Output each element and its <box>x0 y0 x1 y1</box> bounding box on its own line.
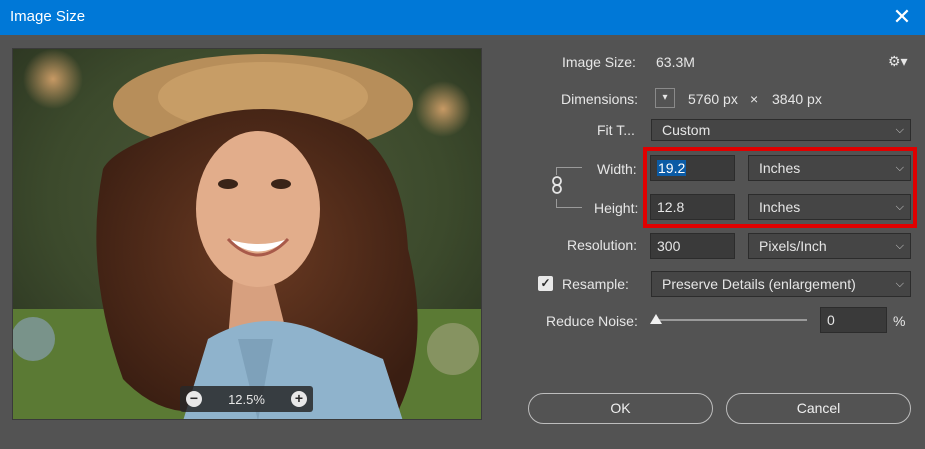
preview-photo <box>13 49 481 419</box>
link-icon-glyph <box>552 176 562 194</box>
resolution-unit: Pixels/Inch <box>759 238 827 254</box>
height-unit: Inches <box>759 199 801 215</box>
reduce-noise-input[interactable]: 0 <box>820 307 887 333</box>
resample-checkbox[interactable]: ✓ <box>538 276 553 291</box>
height-label: Height: <box>594 200 639 216</box>
height-input[interactable]: 12.8 <box>650 194 735 220</box>
width-unit: Inches <box>759 160 801 176</box>
chevron-down-icon: ⌵ <box>895 124 904 136</box>
fit-to-label: Fit T... <box>597 122 635 138</box>
chevron-down-icon[interactable]: ▾ <box>655 88 675 108</box>
resample-label: Resample: <box>562 276 629 292</box>
fit-to-select[interactable]: Custom ⌵ <box>651 119 911 141</box>
reduce-noise-value: 0 <box>827 312 835 328</box>
width-value: 19.2 <box>657 160 687 176</box>
reduce-noise-slider[interactable] <box>655 319 807 321</box>
resolution-label: Resolution: <box>567 237 638 253</box>
resolution-value: 300 <box>657 238 681 254</box>
height-value: 12.8 <box>657 199 685 215</box>
resample-select[interactable]: Preserve Details (enlargement) ⌵ <box>651 271 911 297</box>
gear-icon[interactable]: ⚙▾ <box>888 53 908 70</box>
height-unit-select[interactable]: Inches ⌵ <box>748 194 911 220</box>
dimensions-width: 5760 px <box>688 91 738 107</box>
cancel-button[interactable]: Cancel <box>726 393 911 424</box>
title-bar: Image Size ✕ <box>0 0 925 35</box>
reduce-noise-label: Reduce Noise: <box>546 313 638 329</box>
zoom-control: − 12.5% + <box>180 386 313 412</box>
width-input[interactable]: 19.2 <box>650 155 735 181</box>
chain-line-bottom <box>556 199 582 208</box>
image-size-value: 63.3M <box>656 54 695 70</box>
width-label: Width: <box>597 161 637 177</box>
resolution-unit-select[interactable]: Pixels/Inch ⌵ <box>748 233 911 259</box>
width-unit-select[interactable]: Inches ⌵ <box>748 155 911 181</box>
chain-line-top <box>556 167 582 175</box>
zoom-level: 12.5% <box>228 392 265 407</box>
image-preview[interactable] <box>12 48 482 420</box>
image-size-label: Image Size: <box>562 54 636 70</box>
chevron-down-icon: ⌵ <box>895 162 904 174</box>
resample-value: Preserve Details (enlargement) <box>662 276 856 292</box>
dimensions-height: 3840 px <box>772 91 822 107</box>
reduce-noise-slider-thumb[interactable] <box>650 314 662 324</box>
reduce-noise-unit: % <box>893 313 906 329</box>
dimensions-label: Dimensions: <box>561 91 639 107</box>
fit-to-value: Custom <box>662 122 711 138</box>
ok-button[interactable]: OK <box>528 393 713 424</box>
link-icon[interactable] <box>548 176 566 198</box>
close-button[interactable]: ✕ <box>879 0 925 35</box>
zoom-out-button[interactable]: − <box>186 391 202 407</box>
chevron-down-icon: ⌵ <box>895 201 904 213</box>
window-title: Image Size <box>10 8 86 25</box>
dimensions-times: × <box>750 91 759 107</box>
resolution-input[interactable]: 300 <box>650 233 735 259</box>
chevron-down-icon: ⌵ <box>895 240 904 252</box>
chevron-down-icon: ⌵ <box>895 278 904 290</box>
zoom-in-button[interactable]: + <box>291 391 307 407</box>
